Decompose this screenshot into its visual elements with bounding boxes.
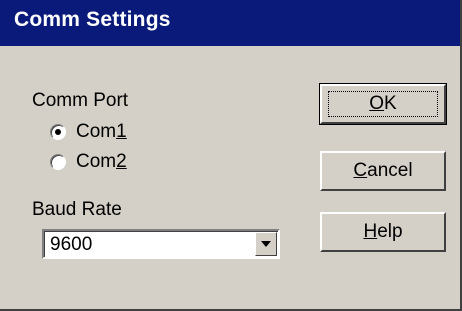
baud-rate-value: 9600 — [50, 234, 93, 255]
help-button-label: Help — [363, 221, 403, 242]
comm-port-label: Comm Port — [32, 90, 129, 111]
window-title: Comm Settings — [14, 8, 171, 31]
baud-rate-dropdown-button[interactable] — [255, 232, 277, 256]
radio-com2-indicator[interactable] — [50, 154, 66, 170]
baud-rate-combobox[interactable]: 9600 — [42, 229, 280, 259]
radio-com1-label: Com1 — [76, 121, 127, 142]
baud-rate-label: Baud Rate — [32, 199, 122, 220]
radio-com1-indicator[interactable] — [50, 124, 66, 140]
radio-com2[interactable]: Com2 — [50, 151, 127, 173]
chevron-down-icon — [261, 241, 271, 247]
radio-com1[interactable]: Com1 — [50, 121, 127, 143]
cancel-button[interactable]: Cancel — [320, 151, 446, 191]
radio-com2-label: Com2 — [76, 151, 127, 172]
cancel-button-label: Cancel — [353, 160, 413, 181]
title-bar[interactable]: Comm Settings — [0, 0, 460, 46]
comm-settings-dialog: Comm Settings Comm Port Com1 Com2 Baud R… — [0, 0, 462, 311]
help-button[interactable]: Help — [320, 212, 446, 252]
focus-rectangle — [328, 91, 438, 117]
ok-button[interactable]: OK — [319, 83, 447, 125]
radio-selected-dot — [55, 129, 61, 135]
